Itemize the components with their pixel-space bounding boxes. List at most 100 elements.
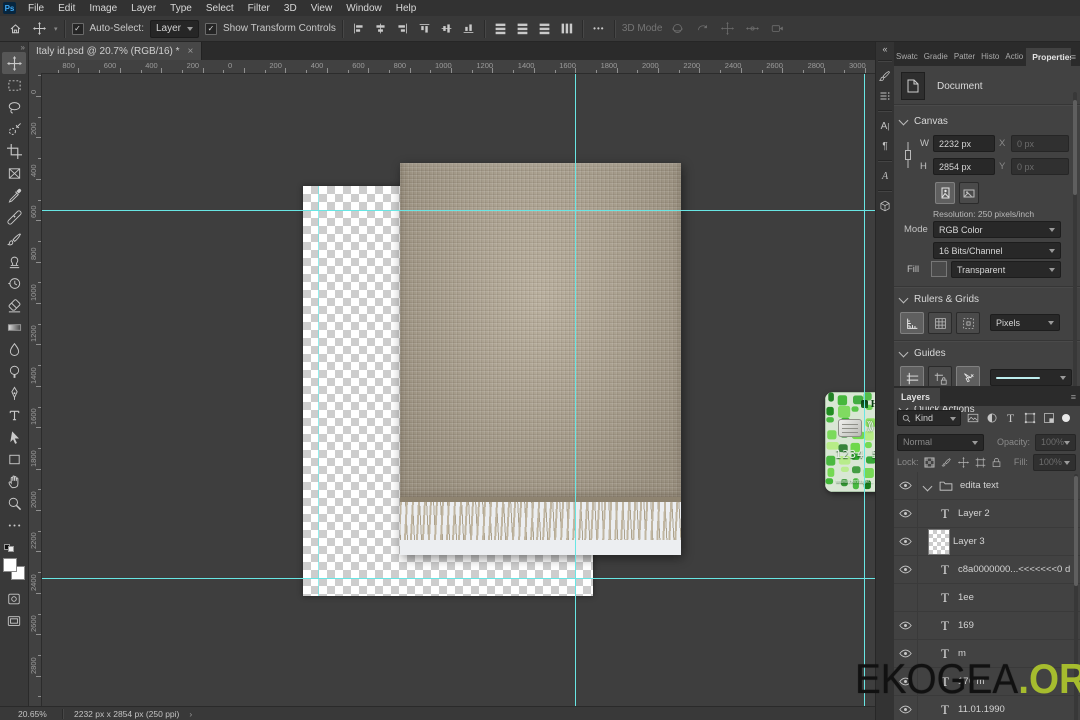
orientation-portrait-button[interactable] xyxy=(935,182,955,204)
move-tool-preset-icon[interactable] xyxy=(30,20,48,38)
align-top-icon[interactable] xyxy=(416,20,434,38)
menu-item-type[interactable]: Type xyxy=(163,2,199,15)
layer-row-layer-3[interactable]: Layer 3 xyxy=(893,528,1080,556)
menu-item-layer[interactable]: Layer xyxy=(124,2,163,15)
ruler-units-dropdown[interactable]: Pixels xyxy=(990,314,1060,331)
align-options-ellipsis[interactable]: ••• xyxy=(590,20,608,38)
guides-section-header[interactable]: Guides xyxy=(898,347,946,359)
link-dimensions-icon[interactable] xyxy=(904,140,912,170)
filter-pixel-layers-icon[interactable] xyxy=(965,411,980,426)
filter-adjustment-layers-icon[interactable] xyxy=(984,411,999,426)
blur-tool[interactable] xyxy=(2,338,26,360)
dock-collapse-icon[interactable]: « xyxy=(877,42,893,56)
layer-name[interactable]: Layer 2 xyxy=(958,508,990,519)
layer-visibility-eye-icon[interactable] xyxy=(893,500,918,527)
canvas-area[interactable]: Heritage Bank ))) 1234 5678 9012 3456 ww… xyxy=(41,73,875,706)
align-center-h-icon[interactable] xyxy=(372,20,390,38)
lock-all-icon[interactable] xyxy=(991,456,1003,469)
layers-menu-icon[interactable]: ≡ xyxy=(1071,392,1076,402)
distribute-middle-icon[interactable] xyxy=(514,20,532,38)
distribute-top-icon[interactable] xyxy=(492,20,510,38)
gradient-tool[interactable] xyxy=(2,316,26,338)
align-right-icon[interactable] xyxy=(394,20,412,38)
home-icon[interactable] xyxy=(6,20,24,38)
width-field[interactable]: 2232 px xyxy=(933,135,995,152)
fill-swatch[interactable] xyxy=(931,261,947,277)
shape-tool[interactable] xyxy=(2,448,26,470)
zoom-tool[interactable] xyxy=(2,492,26,514)
slide-3d-icon[interactable] xyxy=(743,20,761,38)
paragraph-panel-icon[interactable]: ¶ xyxy=(877,136,893,156)
distribute-bottom-icon[interactable] xyxy=(536,20,554,38)
quick-selection-tool[interactable] xyxy=(2,118,26,140)
close-tab-icon[interactable]: × xyxy=(188,46,194,57)
dodge-tool[interactable] xyxy=(2,360,26,382)
menu-item-3d[interactable]: 3D xyxy=(277,2,304,15)
group-expand-chevron[interactable] xyxy=(922,477,933,495)
filter-toggle-light[interactable] xyxy=(1062,414,1070,422)
character-panel-icon[interactable]: A | xyxy=(877,116,893,136)
menu-item-help[interactable]: Help xyxy=(389,2,424,15)
menu-item-edit[interactable]: Edit xyxy=(51,2,82,15)
show-transform-checkbox[interactable]: ✓ xyxy=(205,22,218,35)
ruler-origin-corner[interactable] xyxy=(28,60,42,74)
align-middle-v-icon[interactable] xyxy=(438,20,456,38)
crop-tool[interactable] xyxy=(2,140,26,162)
lock-artboard-icon[interactable] xyxy=(974,456,986,469)
document-tab[interactable]: Italy id.psd @ 20.7% (RGB/16) * × xyxy=(28,42,203,60)
panel-menu-icon[interactable]: ≡ xyxy=(1071,52,1076,62)
type-tool[interactable] xyxy=(2,404,26,426)
menu-item-image[interactable]: Image xyxy=(82,2,124,15)
layer-row-layer-2[interactable]: T Layer 2 xyxy=(893,500,1080,528)
toggle-pixel-grid-button[interactable] xyxy=(956,312,980,334)
tab-swatc[interactable]: Swatc xyxy=(893,48,921,66)
brushes-panel-icon[interactable] xyxy=(877,86,893,106)
align-bottom-icon[interactable] xyxy=(460,20,478,38)
height-field[interactable]: 2854 px xyxy=(933,158,995,175)
brush-tool[interactable] xyxy=(2,228,26,250)
lock-pixels-icon[interactable] xyxy=(940,456,952,469)
layer-name[interactable]: 1ee xyxy=(958,592,974,603)
fill-dropdown[interactable]: Transparent xyxy=(951,261,1061,278)
lock-position-icon[interactable] xyxy=(957,456,969,469)
layer-name[interactable]: edita text xyxy=(960,480,999,491)
canvas-section-header[interactable]: Canvas xyxy=(898,115,948,127)
glyphs-panel-icon[interactable]: A xyxy=(877,166,893,186)
path-selection-tool[interactable] xyxy=(2,426,26,448)
clone-stamp-tool[interactable] xyxy=(2,250,26,272)
layer-name[interactable]: c8a0000000...<<<<<<<0 d xyxy=(958,564,1070,575)
roll-3d-icon[interactable] xyxy=(693,20,711,38)
status-options-arrow[interactable]: › xyxy=(189,709,192,719)
edit-toolbar-ellipsis[interactable] xyxy=(2,514,26,536)
filter-smart-objects-icon[interactable] xyxy=(1041,411,1056,426)
layer-visibility-eye-icon[interactable] xyxy=(893,528,918,555)
filter-kind-dropdown[interactable]: Kind xyxy=(897,410,961,426)
layer-name[interactable]: 11.01.1990 xyxy=(958,704,1005,715)
horizontal-ruler[interactable]: 800 600 400 200 0 200 400 600 800 1000 1200 1400 160… xyxy=(41,60,875,74)
pen-tool[interactable] xyxy=(2,382,26,404)
rulers-grids-section-header[interactable]: Rulers & Grids xyxy=(898,293,979,305)
tab-layers[interactable]: Layers xyxy=(893,388,941,406)
horizontal-guide[interactable] xyxy=(41,210,875,211)
vertical-guide[interactable] xyxy=(864,73,865,706)
layer-row-c8a0000000-0-d[interactable]: Tc8a0000000...<<<<<<<0 d xyxy=(893,556,1080,584)
layer-visibility-eye-icon[interactable] xyxy=(893,472,918,499)
align-left-icon[interactable] xyxy=(350,20,368,38)
marquee-tool[interactable] xyxy=(2,74,26,96)
tab-histo[interactable]: Histo xyxy=(978,48,1002,66)
vertical-ruler[interactable]: 0 200 400 600 800 1000 1200 1400 1600 1800 2000 220… xyxy=(28,73,42,706)
tab-properties[interactable]: Properties xyxy=(1026,48,1071,66)
layer-name[interactable]: Layer 3 xyxy=(953,536,985,547)
tab-actio[interactable]: Actio xyxy=(1002,48,1026,66)
toggle-rulers-button[interactable] xyxy=(900,312,924,334)
eyedropper-tool[interactable] xyxy=(2,184,26,206)
brush-settings-panel-icon[interactable] xyxy=(877,66,893,86)
move-tool[interactable] xyxy=(2,52,26,74)
distribute-horizontal-icon[interactable] xyxy=(558,20,576,38)
menu-item-filter[interactable]: Filter xyxy=(241,2,277,15)
horizontal-guide[interactable] xyxy=(41,578,875,579)
3d-panel-icon[interactable] xyxy=(877,196,893,216)
zoom-level-field[interactable]: 20.65% xyxy=(18,709,52,719)
tab-patter[interactable]: Patter xyxy=(951,48,978,66)
menu-item-file[interactable]: File xyxy=(21,2,51,15)
